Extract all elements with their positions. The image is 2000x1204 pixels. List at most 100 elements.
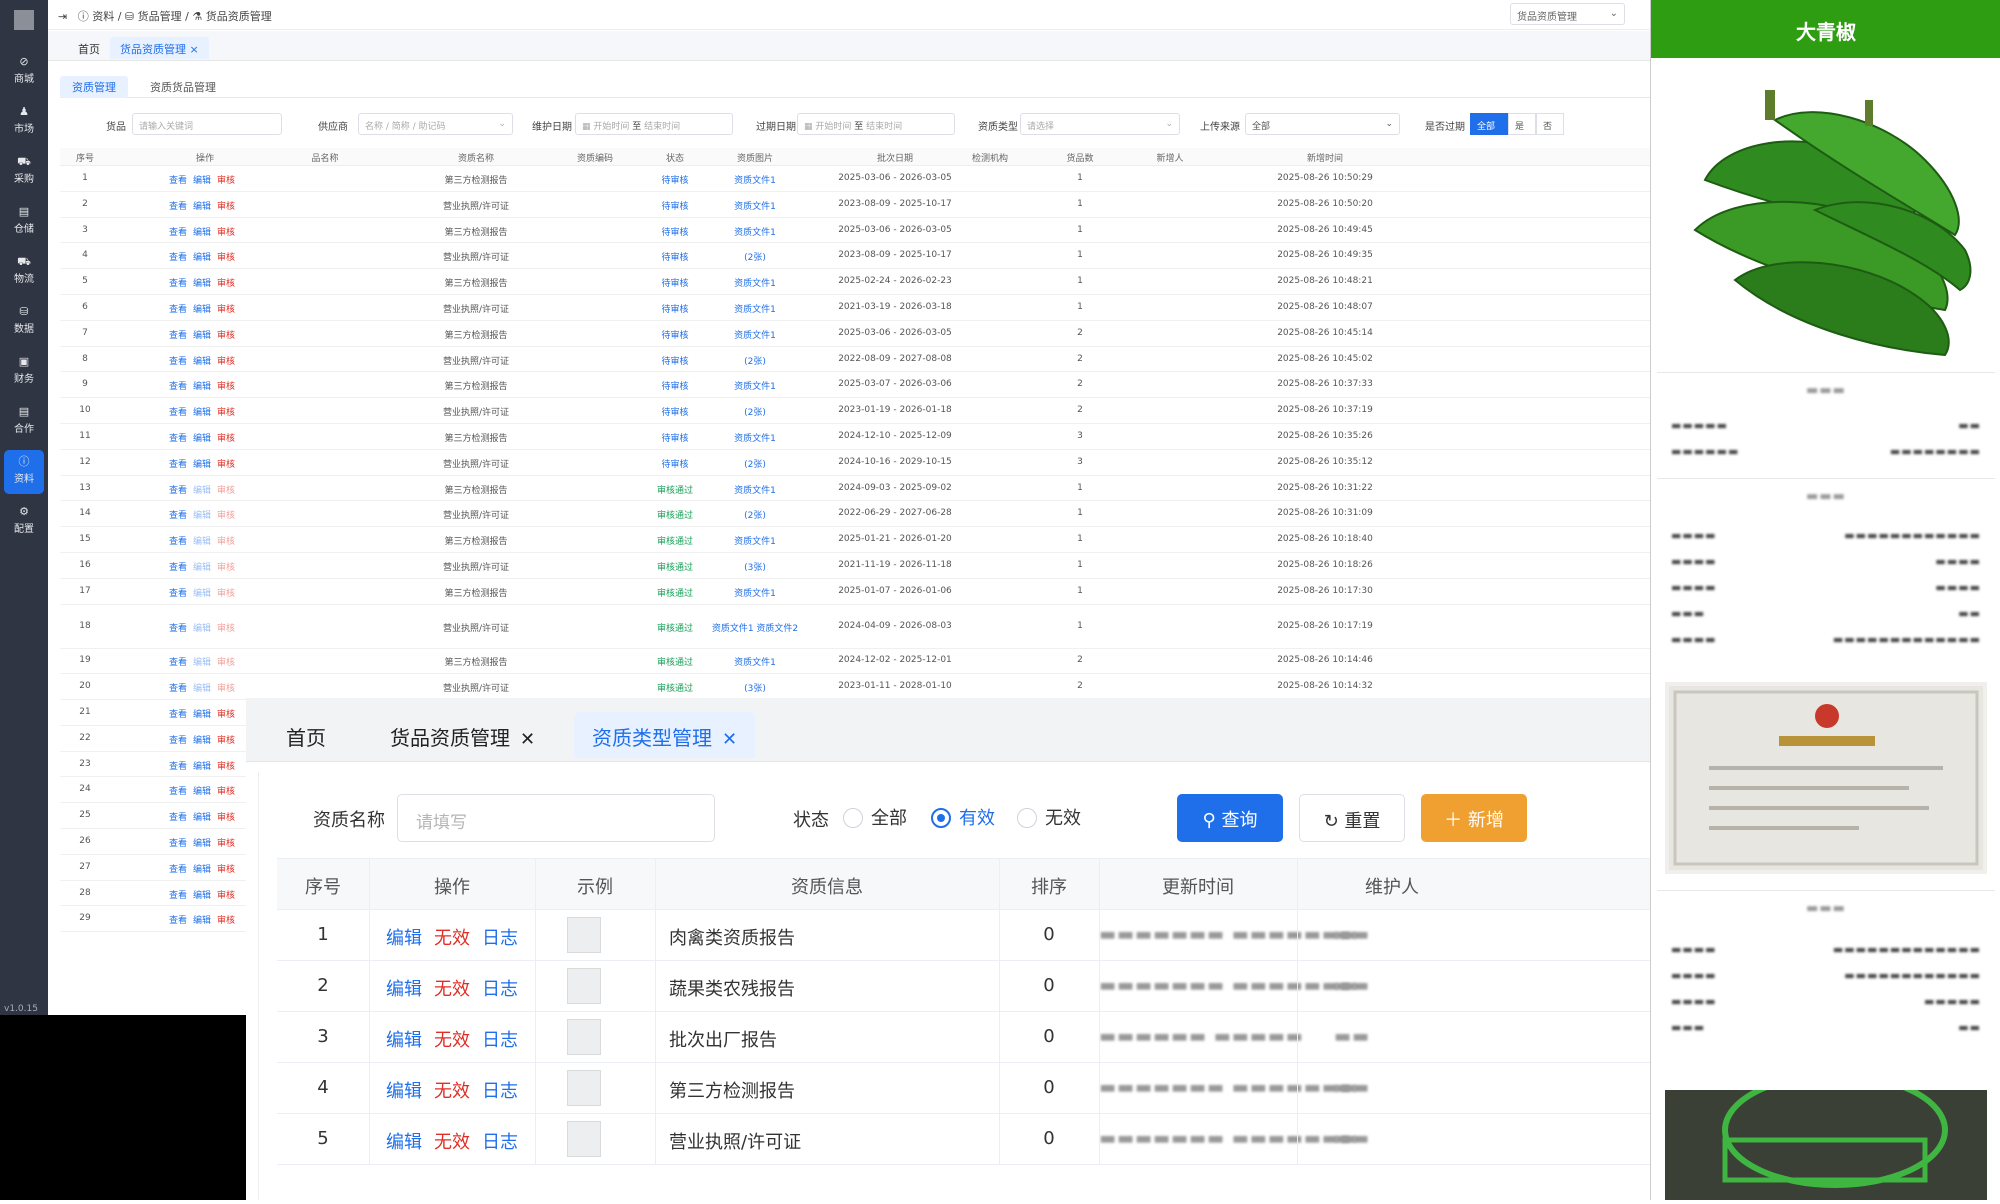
example-thumbnail[interactable] bbox=[567, 1019, 601, 1055]
view-link[interactable]: 查看 bbox=[169, 253, 187, 263]
qualification-files[interactable]: 资质文件1 bbox=[710, 199, 800, 212]
edit-link[interactable]: 编辑 bbox=[193, 916, 211, 926]
breadcrumb-item[interactable]: 资料 bbox=[92, 10, 114, 23]
qualification-files[interactable]: 资质文件1 bbox=[710, 379, 800, 392]
type-select[interactable]: 请选择 ⌄ bbox=[1020, 113, 1180, 135]
log-link[interactable]: 日志 bbox=[482, 1030, 518, 1051]
column-header[interactable]: 序号 bbox=[277, 873, 369, 899]
audit-link[interactable]: 审核 bbox=[217, 228, 235, 238]
view-link[interactable]: 查看 bbox=[169, 486, 187, 496]
audit-link[interactable]: 审核 bbox=[217, 486, 235, 496]
expired-all-button[interactable]: 全部 bbox=[1470, 113, 1508, 135]
qualification-files[interactable]: (2张) bbox=[710, 405, 800, 418]
example-thumbnail[interactable] bbox=[567, 917, 601, 953]
audit-link[interactable]: 审核 bbox=[217, 279, 235, 289]
qualification-files[interactable]: 资质文件1 bbox=[710, 586, 800, 599]
audit-link[interactable]: 审核 bbox=[217, 511, 235, 521]
audit-link[interactable]: 审核 bbox=[217, 563, 235, 573]
add-button[interactable]: ＋ 新增 bbox=[1421, 794, 1527, 842]
column-header[interactable]: 更新时间 bbox=[1099, 873, 1297, 899]
audit-link[interactable]: 审核 bbox=[217, 865, 235, 875]
edit-link[interactable]: 编辑 bbox=[193, 486, 211, 496]
edit-link[interactable]: 编辑 bbox=[386, 1132, 422, 1153]
view-link[interactable]: 查看 bbox=[169, 434, 187, 444]
column-header[interactable]: 资质编码 bbox=[550, 151, 640, 164]
view-link[interactable]: 查看 bbox=[169, 305, 187, 315]
view-link[interactable]: 查看 bbox=[169, 710, 187, 720]
source-select[interactable]: 全部 ⌄ bbox=[1245, 113, 1400, 135]
column-header[interactable]: 批次日期 bbox=[820, 151, 970, 164]
invalidate-link[interactable]: 无效 bbox=[434, 1030, 470, 1051]
audit-link[interactable]: 审核 bbox=[217, 537, 235, 547]
name-input[interactable]: 请填写 bbox=[397, 794, 715, 842]
qualification-files[interactable]: 资质文件1 bbox=[710, 173, 800, 186]
column-header[interactable]: 维护人 bbox=[1297, 873, 1487, 899]
tab-qualification-management[interactable]: 资质管理 bbox=[60, 76, 128, 98]
edit-link[interactable]: 编辑 bbox=[193, 357, 211, 367]
column-header[interactable]: 操作 bbox=[369, 873, 535, 899]
edit-link[interactable]: 编辑 bbox=[193, 176, 211, 186]
edit-link[interactable]: 编辑 bbox=[193, 563, 211, 573]
audit-link[interactable]: 审核 bbox=[217, 460, 235, 470]
view-link[interactable]: 查看 bbox=[169, 762, 187, 772]
tab-goods-qualification[interactable]: 货品资质管理 × bbox=[110, 37, 209, 59]
audit-link[interactable]: 审核 bbox=[217, 202, 235, 212]
edit-link[interactable]: 编辑 bbox=[193, 787, 211, 797]
qualification-files[interactable]: (2张) bbox=[710, 457, 800, 470]
qualification-files[interactable]: 资质文件1 bbox=[710, 276, 800, 289]
column-header[interactable]: 示例 bbox=[535, 873, 655, 899]
view-link[interactable]: 查看 bbox=[169, 382, 187, 392]
qualification-files[interactable]: 资质文件1 资质文件2 bbox=[710, 621, 800, 634]
view-link[interactable]: 查看 bbox=[169, 865, 187, 875]
qualification-files[interactable]: 资质文件1 bbox=[710, 302, 800, 315]
log-link[interactable]: 日志 bbox=[482, 1132, 518, 1153]
view-link[interactable]: 查看 bbox=[169, 357, 187, 367]
invalidate-link[interactable]: 无效 bbox=[434, 928, 470, 949]
nav-item[interactable]: ⚙ 配置 bbox=[0, 500, 48, 544]
qualification-files[interactable]: 资质文件1 bbox=[710, 431, 800, 444]
audit-link[interactable]: 审核 bbox=[217, 331, 235, 341]
qualification-files[interactable]: 资质文件1 bbox=[710, 655, 800, 668]
tab-qualification-goods[interactable]: 资质货品管理 bbox=[138, 76, 228, 98]
log-link[interactable]: 日志 bbox=[482, 928, 518, 949]
audit-link[interactable]: 审核 bbox=[217, 305, 235, 315]
view-link[interactable]: 查看 bbox=[169, 658, 187, 668]
view-link[interactable]: 查看 bbox=[169, 563, 187, 573]
edit-link[interactable]: 编辑 bbox=[193, 331, 211, 341]
edit-link[interactable]: 编辑 bbox=[193, 624, 211, 634]
nav-item[interactable]: ⛟ 物流 bbox=[0, 250, 48, 294]
example-thumbnail[interactable] bbox=[567, 1070, 601, 1106]
edit-link[interactable]: 编辑 bbox=[193, 228, 211, 238]
view-link[interactable]: 查看 bbox=[169, 891, 187, 901]
edit-link[interactable]: 编辑 bbox=[386, 928, 422, 949]
view-link[interactable]: 查看 bbox=[169, 460, 187, 470]
column-header[interactable]: 新增时间 bbox=[1250, 151, 1400, 164]
tab-home[interactable]: 首页 bbox=[68, 37, 110, 59]
view-link[interactable]: 查看 bbox=[169, 589, 187, 599]
audit-link[interactable]: 审核 bbox=[217, 916, 235, 926]
edit-link[interactable]: 编辑 bbox=[193, 813, 211, 823]
audit-link[interactable]: 审核 bbox=[217, 762, 235, 772]
audit-link[interactable]: 审核 bbox=[217, 408, 235, 418]
edit-link[interactable]: 编辑 bbox=[193, 253, 211, 263]
column-header[interactable]: 排序 bbox=[999, 873, 1099, 899]
edit-link[interactable]: 编辑 bbox=[193, 434, 211, 444]
invalidate-link[interactable]: 无效 bbox=[434, 1081, 470, 1102]
edit-link[interactable]: 编辑 bbox=[193, 511, 211, 521]
nav-item[interactable]: ⓘ 资料 bbox=[4, 450, 44, 494]
nav-item[interactable]: ▤ 仓储 bbox=[0, 200, 48, 244]
audit-link[interactable]: 审核 bbox=[217, 253, 235, 263]
invalidate-link[interactable]: 无效 bbox=[434, 1132, 470, 1153]
view-link[interactable]: 查看 bbox=[169, 279, 187, 289]
column-header[interactable]: 资质名称 bbox=[416, 151, 536, 164]
close-icon[interactable]: ✕ bbox=[722, 729, 737, 750]
audit-link[interactable]: 审核 bbox=[217, 736, 235, 746]
tab-home[interactable]: 首页 bbox=[268, 712, 344, 758]
edit-link[interactable]: 编辑 bbox=[193, 589, 211, 599]
audit-link[interactable]: 审核 bbox=[217, 710, 235, 720]
breadcrumb-item[interactable]: 货品管理 bbox=[138, 10, 182, 23]
edit-link[interactable]: 编辑 bbox=[193, 891, 211, 901]
nav-item[interactable]: ♟ 市场 bbox=[0, 100, 48, 144]
goods-input[interactable]: 请输入关键词 bbox=[132, 113, 282, 135]
view-link[interactable]: 查看 bbox=[169, 839, 187, 849]
